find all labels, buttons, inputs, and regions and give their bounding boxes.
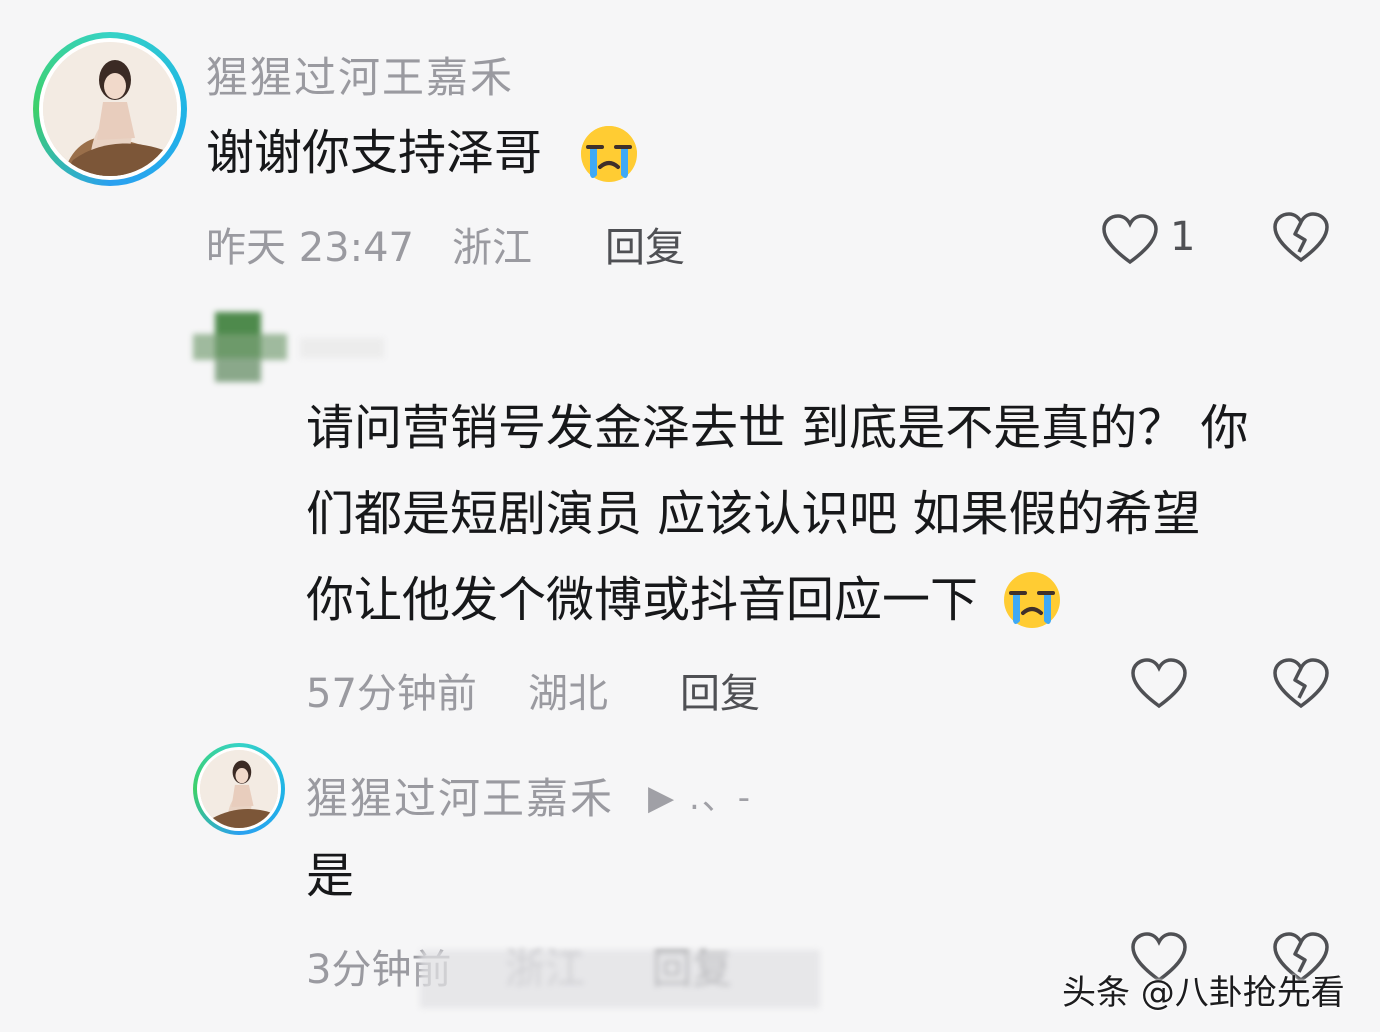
comment-text: 是: [306, 848, 355, 904]
comment-line-text: 你让他发个微博或抖音回应一下: [306, 572, 979, 628]
reply-button[interactable]: 回复: [605, 215, 685, 273]
comment-line: 们都是短剧演员 应该认识吧 如果假的希望: [306, 486, 1201, 542]
comment-username[interactable]: 猩猩过河王嘉禾: [206, 44, 514, 105]
like-button[interactable]: 1: [1102, 212, 1202, 268]
comment-line: 请问营销号发金泽去世 到底是不是真的？ 你: [306, 400, 1249, 456]
avatar[interactable]: [193, 312, 287, 382]
crying-emoji-icon: [1003, 570, 1061, 628]
avatar-photo: [200, 750, 278, 828]
comment-text: 谢谢你支持泽哥: [206, 110, 637, 196]
comment-username[interactable]: 猩猩过河王嘉禾: [306, 765, 614, 826]
avatar[interactable]: [193, 743, 285, 835]
broken-heart-icon: [1273, 212, 1329, 263]
comment-location: 浙江: [452, 225, 532, 271]
broken-heart-icon: [1273, 658, 1329, 709]
avatar[interactable]: [33, 32, 187, 186]
avatar-photo: [43, 42, 177, 176]
blur-overlay: [420, 950, 820, 1008]
comment-time: 昨天 23:47: [206, 225, 414, 271]
dislike-button[interactable]: [1273, 212, 1331, 268]
author-tag: ▶ .、-: [648, 778, 753, 818]
comment-time: 57分钟前: [306, 671, 477, 717]
reply-button[interactable]: 回复: [680, 661, 760, 719]
heart-icon: [1131, 658, 1187, 709]
comment-line: 你让他发个微博或抖音回应一下: [306, 557, 1249, 643]
crying-emoji-icon: [580, 124, 638, 182]
comment-text-content: 谢谢你支持泽哥: [206, 125, 543, 181]
dislike-button[interactable]: [1273, 658, 1331, 714]
comment-username[interactable]: [300, 338, 384, 358]
like-button[interactable]: [1131, 658, 1189, 714]
comment-text: 请问营销号发金泽去世 到底是不是真的？ 你 们都是短剧演员 应该认识吧 如果假的…: [306, 385, 1249, 643]
comment-location: 湖北: [528, 671, 608, 717]
heart-icon: [1102, 214, 1158, 265]
like-count: 1: [1170, 214, 1196, 260]
watermark: 头条 @八卦抢先看: [1062, 973, 1345, 1013]
